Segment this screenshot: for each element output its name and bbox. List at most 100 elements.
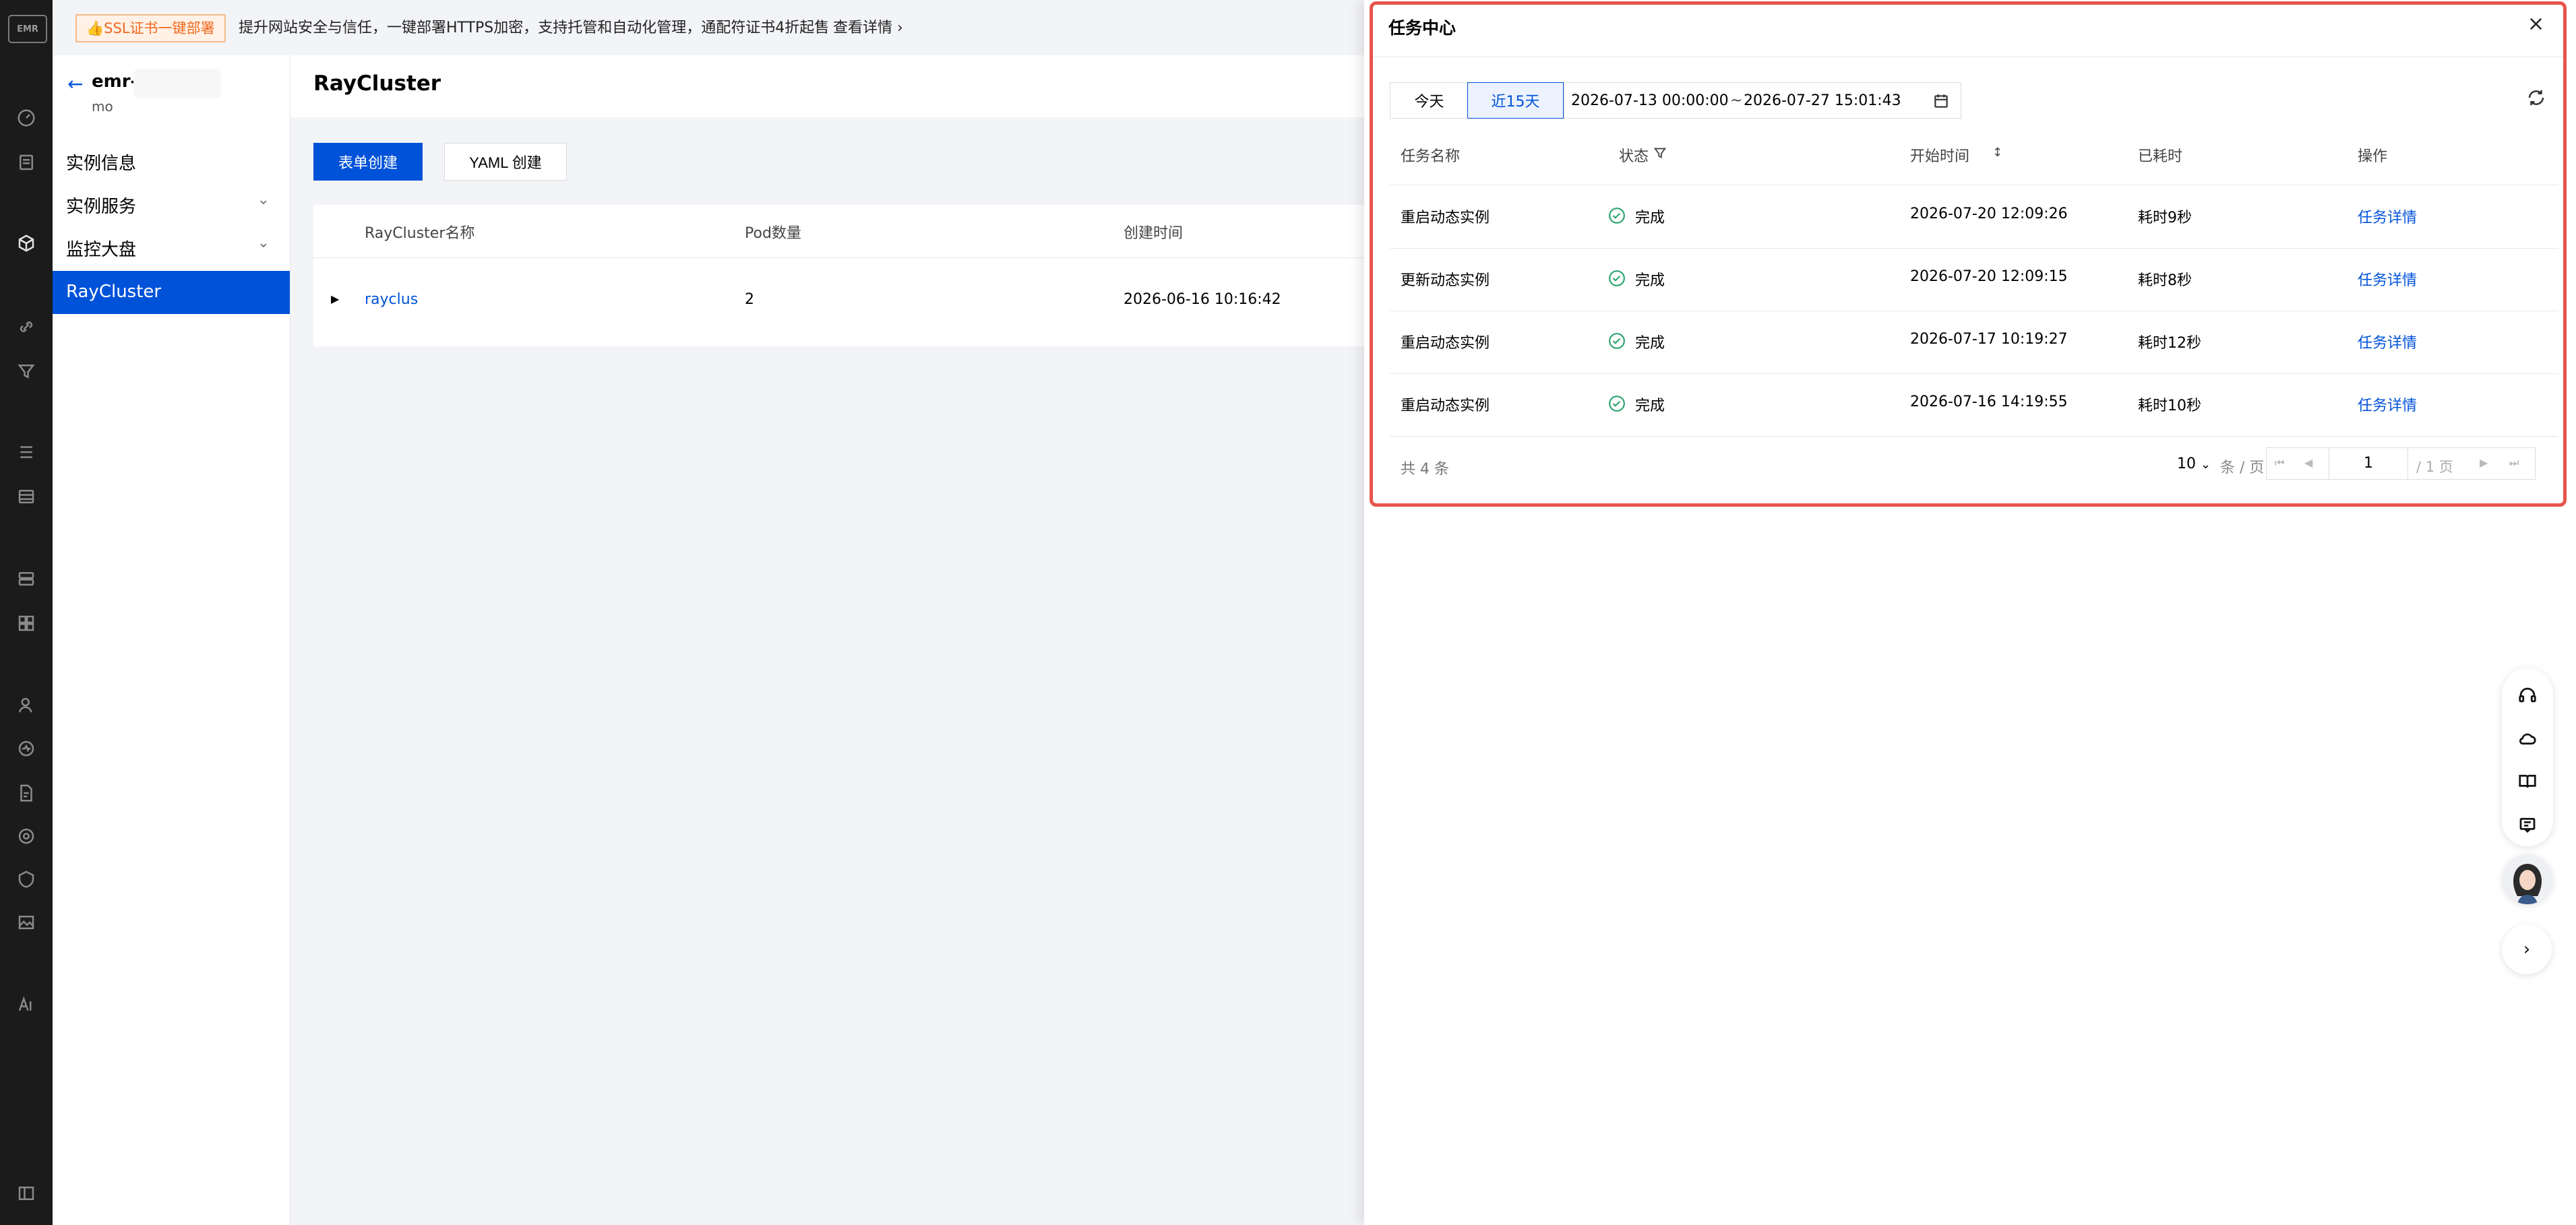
column-header-created: 创建时间 (1124, 225, 1184, 242)
feedback-icon[interactable] (2514, 811, 2541, 838)
success-check-icon (1609, 396, 1625, 412)
dashboard-icon[interactable] (9, 101, 43, 135)
drawer-title: 任务中心 (1388, 18, 1456, 38)
date-range-picker[interactable]: 2026-07-13 00:00:00 ~ 2026-07-27 15:01:4… (1564, 82, 1961, 119)
page-total: / 1 页 (2416, 459, 2453, 475)
icon-rail: EMR (0, 0, 53, 1225)
instance-sidebar: ← emr- mo 实例信息 实例服务 ⌄ 监控大盘 ⌄ RayCluster (53, 55, 290, 1225)
chevron-down-icon: ⌄ (2201, 458, 2211, 472)
sidebar-item-instance-services[interactable]: 实例服务 ⌄ (53, 182, 290, 225)
task-name: 重启动态实例 (1401, 335, 1490, 352)
sidebar-item-label: RayCluster (66, 282, 162, 302)
page-size-select[interactable]: 10 ⌄ (2177, 456, 2211, 472)
link-icon[interactable] (9, 310, 43, 344)
sidebar-item-label: 实例信息 (66, 154, 137, 174)
page-title: RayCluster (313, 71, 441, 96)
sidebar-item-raycluster[interactable]: RayCluster (53, 271, 290, 314)
promo-banner: 👍SSL证书一键部署 提升网站安全与信任，一键部署HTTPS加密，支持托管和自动… (53, 0, 1364, 56)
task-start-time: 2026-07-20 12:09:15 (1910, 268, 2068, 285)
calendar-icon[interactable] (1932, 92, 1950, 113)
promo-more-link[interactable]: 查看详情 › (833, 15, 903, 37)
task-detail-link[interactable]: 任务详情 (2358, 268, 2417, 290)
table-row: 重启动态实例 完成 2026-07-17 10:19:27 耗时12秒 任务详情 (1390, 311, 2558, 374)
next-page-icon[interactable]: ▶ (2480, 456, 2488, 469)
filter-today-button[interactable]: 今天 (1390, 82, 1468, 119)
funnel-icon[interactable] (9, 354, 43, 388)
task-name: 更新动态实例 (1401, 272, 1490, 289)
page-size-unit: 条 / 页 (2220, 460, 2265, 476)
created-time: 2026-06-16 10:16:42 (1124, 291, 1281, 308)
range-start: 2026-07-13 00:00:00 (1571, 92, 1729, 109)
panel-toggle-icon[interactable] (9, 1176, 43, 1210)
back-arrow-icon[interactable]: ← (67, 73, 83, 95)
assistant-avatar[interactable] (2503, 854, 2552, 904)
column-header-status: 状态 (1619, 148, 1649, 165)
document-icon[interactable] (9, 776, 43, 810)
pod-count: 2 (745, 291, 754, 308)
instance-name: emr- (92, 71, 138, 92)
monitor-icon[interactable] (9, 732, 43, 765)
prev-page-icon[interactable]: ◀ (2304, 456, 2312, 469)
filter-last15-button[interactable]: 近15天 (1467, 82, 1564, 119)
headset-icon[interactable] (2514, 682, 2541, 709)
floating-toolbar (2502, 668, 2553, 846)
task-start-time: 2026-07-17 10:19:27 (1910, 331, 2068, 348)
sidebar-item-label: 监控大盘 (66, 240, 137, 260)
task-detail-link[interactable]: 任务详情 (2358, 394, 2417, 415)
last-page-icon[interactable]: ⏭ (2509, 456, 2519, 470)
column-header-start-time: 开始时间 (1910, 148, 1970, 165)
task-elapsed: 耗时10秒 (2138, 398, 2201, 414)
sidebar-item-monitoring[interactable]: 监控大盘 ⌄ (53, 225, 290, 268)
cube-icon[interactable] (9, 226, 43, 260)
task-elapsed: 耗时8秒 (2138, 272, 2192, 289)
promo-message: 提升网站安全与信任，一键部署HTTPS加密，支持托管和自动化管理，通配符证书4折… (239, 20, 830, 36)
ai-icon[interactable] (9, 988, 43, 1022)
range-end: 2026-07-27 15:01:43 (1744, 92, 1901, 109)
first-page-icon[interactable]: ⏮ (2275, 456, 2284, 470)
close-icon[interactable]: × (2527, 12, 2544, 36)
expand-triangle-icon[interactable]: ▶ (331, 292, 339, 305)
settings-icon[interactable] (9, 819, 43, 853)
cloud-icon[interactable] (2514, 725, 2541, 752)
column-header-elapsed: 已耗时 (2138, 148, 2183, 165)
task-elapsed: 耗时12秒 (2138, 335, 2201, 352)
chevron-down-icon: ⌄ (257, 234, 270, 251)
emr-logo[interactable]: EMR (8, 15, 47, 43)
file-icon[interactable] (9, 146, 43, 179)
shield-icon[interactable] (9, 862, 43, 896)
task-status: 完成 (1635, 272, 1665, 289)
current-page-input[interactable]: 1 (2329, 448, 2408, 479)
total-count: 共 4 条 (1401, 461, 1449, 478)
refresh-icon[interactable] (2526, 88, 2546, 111)
raycluster-name-link[interactable]: rayclus (365, 291, 418, 308)
task-detail-link[interactable]: 任务详情 (2358, 206, 2417, 227)
image-icon[interactable] (9, 906, 43, 939)
apps-icon[interactable] (9, 606, 43, 640)
chevron-right-icon[interactable]: › (2502, 924, 2552, 974)
task-start-time: 2026-07-20 12:09:26 (1910, 206, 2068, 222)
create-form-button[interactable]: 表单创建 (313, 143, 423, 181)
success-check-icon (1609, 208, 1625, 224)
user-icon[interactable] (9, 689, 43, 722)
page-size-value: 10 (2177, 456, 2196, 472)
main-content: RayCluster 表单创建 YAML 创建 RayCluster名称 Pod… (290, 55, 1365, 1225)
book-icon[interactable] (2514, 768, 2541, 795)
chevron-down-icon: ⌄ (257, 191, 270, 208)
sidebar-item-instance-info[interactable]: 实例信息 (53, 139, 290, 182)
masked-instance-id (133, 69, 221, 98)
database-icon[interactable] (9, 480, 43, 513)
pagination: ⏮ ◀ 1 / 1 页 ▶ ⏭ (2266, 447, 2536, 480)
sort-icon[interactable]: ↕ (1992, 146, 2002, 160)
server-icon[interactable] (9, 562, 43, 596)
task-name: 重启动态实例 (1401, 398, 1490, 414)
create-yaml-button[interactable]: YAML 创建 (444, 143, 567, 181)
task-elapsed: 耗时9秒 (2138, 210, 2192, 226)
list-icon[interactable] (9, 435, 43, 469)
task-status: 完成 (1635, 335, 1665, 352)
raycluster-table: RayCluster名称 Pod数量 创建时间 ▶ rayclus 2 2026… (313, 205, 1365, 346)
filter-icon[interactable] (1653, 146, 1667, 164)
sidebar-item-label: 实例服务 (66, 197, 137, 217)
ssl-promo-tag[interactable]: 👍SSL证书一键部署 (75, 14, 226, 42)
task-detail-link[interactable]: 任务详情 (2358, 331, 2417, 352)
instance-subtitle: mo (92, 98, 113, 115)
